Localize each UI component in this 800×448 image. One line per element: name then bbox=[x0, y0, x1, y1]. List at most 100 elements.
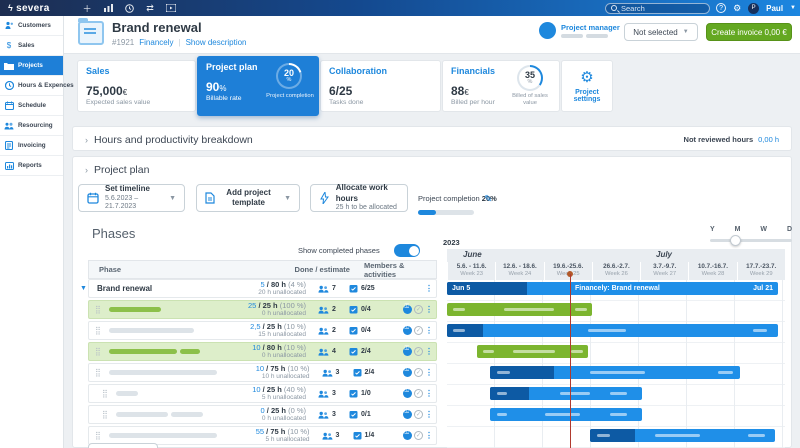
customer-link[interactable]: Financely bbox=[139, 38, 173, 47]
access-lock-icon[interactable] bbox=[403, 409, 412, 419]
not-reviewed-value[interactable]: 0,00 h bbox=[758, 135, 779, 144]
show-description-link[interactable]: Show description bbox=[186, 38, 247, 47]
transfer-icon[interactable]: ⇄ bbox=[145, 3, 156, 13]
zoom-day-label[interactable]: D bbox=[787, 226, 792, 233]
access-lock-icon[interactable] bbox=[403, 388, 412, 398]
accordion-hours-breakdown[interactable]: › Hours and productivity breakdown Not r… bbox=[72, 126, 792, 151]
video-icon[interactable] bbox=[166, 4, 177, 13]
members-icon bbox=[318, 348, 329, 356]
sidebar-item-hours-expences[interactable]: Hours & Expences bbox=[0, 76, 74, 96]
not-selected-dropdown[interactable]: Not selected ▼ bbox=[624, 23, 698, 41]
sidebar-item-reports[interactable]: Reports bbox=[0, 156, 63, 176]
collapse-arrow-icon[interactable]: ▼ bbox=[80, 285, 87, 292]
kebab-menu-icon[interactable]: ⋮ bbox=[425, 305, 433, 314]
sidebar-item-sales[interactable]: $ Sales bbox=[0, 36, 63, 56]
tab-sales[interactable]: Sales 75,000€ Expected sales value bbox=[77, 60, 196, 112]
redacted-phase-name bbox=[116, 391, 138, 396]
search-box[interactable] bbox=[605, 2, 710, 14]
add-project-template-button[interactable]: Add project template ▼ bbox=[196, 184, 300, 212]
kebab-menu-icon[interactable]: ⋮ bbox=[425, 326, 433, 335]
zoom-slider-track[interactable] bbox=[710, 235, 792, 246]
show-completed-toggle[interactable] bbox=[394, 244, 420, 257]
help-icon[interactable]: ? bbox=[716, 3, 727, 13]
check-circle-icon[interactable]: ✓ bbox=[414, 389, 423, 398]
phase-row[interactable]: ⣿ 2,5 / 25 h (10 %) 15 h unallocated 2 0… bbox=[88, 321, 437, 340]
tab-collaboration[interactable]: Collaboration 6/25 Tasks done bbox=[320, 60, 441, 112]
accordion-project-plan[interactable]: › Project plan bbox=[73, 157, 791, 182]
member-count: 3 bbox=[335, 432, 340, 439]
phase-row[interactable]: ⣿ 0 / 25 h (0 %) 0 h unallocated 3 0/1 ✓… bbox=[88, 405, 437, 424]
settings-gear-icon[interactable]: ⚙ bbox=[733, 3, 741, 14]
drag-handle-icon[interactable]: ⣿ bbox=[95, 368, 103, 377]
week-cell[interactable]: 12.6. - 18.6. Week 24 bbox=[495, 262, 544, 280]
sidebar-item-projects[interactable]: Projects bbox=[0, 56, 63, 76]
estimate-value: / 25 h bbox=[262, 321, 282, 331]
check-circle-icon[interactable]: ✓ bbox=[414, 305, 423, 314]
gantt-bar-project[interactable]: Jun 5 Financely: Brand renewal Jul 21 bbox=[447, 282, 778, 295]
kebab-menu-icon[interactable]: ⋮ bbox=[425, 410, 433, 419]
chart-icon[interactable] bbox=[103, 4, 114, 13]
drag-handle-icon[interactable]: ⣿ bbox=[102, 389, 110, 398]
sidebar-item-schedule[interactable]: Schedule bbox=[0, 96, 63, 116]
access-lock-icon[interactable] bbox=[403, 367, 412, 377]
check-circle-icon[interactable]: ✓ bbox=[414, 368, 423, 377]
access-lock-icon[interactable] bbox=[403, 304, 412, 314]
week-cell[interactable]: 5.6. - 11.6. Week 23 bbox=[447, 262, 496, 280]
tab-financials[interactable]: Financials 88€ Billed per hour 35 % Bill… bbox=[442, 60, 560, 112]
user-menu-caret-icon[interactable]: ▼ bbox=[790, 5, 796, 11]
kebab-menu-icon[interactable]: ⋮ bbox=[425, 431, 433, 440]
kebab-menu-icon[interactable]: ⋮ bbox=[425, 389, 433, 398]
unallocated: 20 h unallocated bbox=[258, 289, 306, 297]
kebab-menu-icon[interactable]: ⋮ bbox=[425, 284, 433, 293]
drag-handle-icon[interactable]: ⣿ bbox=[95, 347, 103, 356]
redacted-phase-name bbox=[108, 433, 218, 438]
add-icon[interactable]: ＋ bbox=[82, 4, 93, 14]
week-cell[interactable]: 3.7.-9.7. Week 27 bbox=[640, 262, 689, 280]
tab-project-plan[interactable]: Project plan 90% Billable rate 20 % Proj… bbox=[197, 56, 319, 116]
check-circle-icon[interactable]: ✓ bbox=[414, 347, 423, 356]
search-input[interactable] bbox=[621, 3, 701, 13]
tab-project-settings[interactable]: ⚙ Project settings bbox=[561, 60, 613, 112]
set-timeline-button[interactable]: Set timeline 5.6.2023 – 21.7.2023 ▼ bbox=[78, 184, 185, 212]
drag-handle-icon[interactable]: ⣿ bbox=[95, 326, 103, 335]
create-invoice-button[interactable]: Create invoice 0,00 € bbox=[706, 23, 792, 41]
access-lock-icon[interactable] bbox=[403, 430, 412, 440]
sidebar-item-customers[interactable]: Customers bbox=[0, 16, 63, 36]
sidebar-label: Schedule bbox=[18, 102, 46, 109]
phase-row-brand-renewal[interactable]: ▼ Brand renewal 5 / 80 h (4 %) 20 h unal… bbox=[80, 279, 437, 298]
project-manager-block[interactable]: Project manager ▼ bbox=[539, 22, 632, 39]
phase-row[interactable]: ⣿ 25 / 25 h (100 %) 0 h unallocated 2 0/… bbox=[88, 300, 437, 319]
unallocated: 10 h unallocated bbox=[261, 373, 310, 381]
check-circle-icon[interactable]: ✓ bbox=[414, 326, 423, 335]
phase-row[interactable]: ⣿ 10 / 80 h (10 %) 0 h unallocated 4 2/4… bbox=[88, 342, 437, 361]
zoom-month-label[interactable]: M bbox=[735, 226, 741, 233]
phase-row[interactable]: ⣿ 10 / 75 h (10 %) 10 h unallocated 3 2/… bbox=[88, 363, 437, 382]
week-cell[interactable]: 17.7.-23.7. Week 29 bbox=[736, 262, 785, 280]
done-value: 2,5 bbox=[250, 321, 261, 331]
access-lock-icon[interactable] bbox=[403, 346, 412, 356]
user-name[interactable]: Paul bbox=[766, 4, 783, 13]
check-circle-icon[interactable]: ✓ bbox=[414, 431, 423, 440]
zoom-slider-knob[interactable] bbox=[730, 235, 741, 246]
check-circle-icon[interactable]: ✓ bbox=[414, 410, 423, 419]
zoom-year-label[interactable]: Y bbox=[710, 226, 715, 233]
phase-row[interactable]: ⣿ 10 / 25 h (40 %) 5 h unallocated 3 1/0… bbox=[88, 384, 437, 403]
user-avatar[interactable]: P bbox=[748, 2, 760, 14]
sidebar-item-resourcing[interactable]: Resourcing bbox=[0, 116, 63, 136]
week-cell[interactable]: 10.7.-16.7. Week 28 bbox=[688, 262, 737, 280]
severa-logo[interactable]: ϟ severa bbox=[0, 3, 60, 14]
zoom-week-label[interactable]: W bbox=[760, 226, 767, 233]
kebab-menu-icon[interactable]: ⋮ bbox=[425, 347, 433, 356]
drag-handle-icon[interactable]: ⣿ bbox=[102, 410, 110, 419]
allocate-work-hours-button[interactable]: Allocate work hours 25 h to be allocated bbox=[310, 183, 408, 212]
drag-handle-icon[interactable]: ⣿ bbox=[95, 431, 103, 440]
history-icon[interactable] bbox=[124, 3, 135, 13]
access-lock-icon[interactable] bbox=[403, 325, 412, 335]
billed-gauge: 35 % bbox=[517, 65, 543, 91]
edit-pencil-icon[interactable]: ✎ bbox=[484, 194, 492, 205]
new-phase-button[interactable] bbox=[88, 443, 158, 448]
drag-handle-icon[interactable]: ⣿ bbox=[95, 305, 103, 314]
kebab-menu-icon[interactable]: ⋮ bbox=[425, 368, 433, 377]
week-cell[interactable]: 26.6.-2.7. Week 26 bbox=[591, 262, 641, 280]
sidebar-item-invoicing[interactable]: Invoicing bbox=[0, 136, 63, 156]
